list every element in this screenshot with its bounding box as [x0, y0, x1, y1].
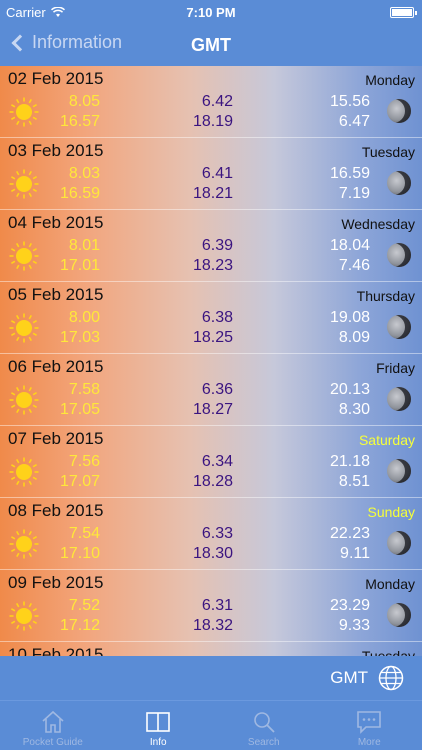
day-row[interactable]: 04 Feb 2015 Wednesday 8.01 17.01 6.39 18.23 18…	[0, 210, 422, 282]
day-row[interactable]: 02 Feb 2015 Monday 8.05 16.57 6.42 18.19 15.56…	[0, 66, 422, 138]
globe-icon	[378, 665, 404, 691]
book-icon	[146, 712, 171, 732]
timezone-bar: GMT	[0, 656, 422, 700]
row-date: 08 Feb 2015	[8, 501, 104, 520]
row-weekday: Friday	[376, 360, 415, 376]
row-weekday: Thursday	[356, 288, 415, 304]
moon-icon	[387, 531, 411, 555]
more-icon	[357, 711, 382, 734]
tab-bar: Pocket Guide Info Search More	[0, 700, 422, 750]
moon-icon	[387, 603, 411, 627]
status-time: 7:10 PM	[186, 4, 236, 20]
battery-icon	[390, 7, 417, 18]
row-date: 07 Feb 2015	[8, 429, 104, 448]
moonrise-time: 20.13	[329, 381, 370, 398]
daily-times-list[interactable]: 02 Feb 2015 Monday 8.05 16.57 6.42 18.19 15.56…	[0, 66, 422, 656]
row-date: 09 Feb 2015	[8, 573, 104, 592]
moon-icon	[387, 387, 411, 411]
moonset-time: 8.51	[338, 473, 370, 490]
row-date: 03 Feb 2015	[8, 141, 104, 160]
row-date: 10 Feb 2015	[8, 645, 104, 656]
moonrise-time: 19.08	[329, 309, 370, 326]
row-weekday: Tuesday	[361, 144, 415, 160]
moonrise-time: 23.29	[329, 597, 370, 614]
moonset-time: 7.19	[338, 185, 370, 202]
navigation-bar: Information GMT	[0, 24, 422, 66]
moon-icon	[387, 243, 411, 267]
day-row[interactable]: 03 Feb 2015 Tuesday 8.03 16.59 6.41 18.21 16.5…	[0, 138, 422, 210]
tab-label: Info	[149, 737, 167, 748]
row-weekday: Tuesday	[361, 648, 415, 656]
timezone-label: GMT	[330, 668, 368, 687]
moon-icon	[387, 459, 411, 483]
moonset-time: 6.47	[338, 113, 370, 130]
tab-search[interactable]: Search	[211, 701, 317, 750]
moonset-time: 8.09	[338, 329, 370, 346]
tab-pocket-guide[interactable]: Pocket Guide	[0, 701, 106, 750]
row-weekday: Wednesday	[341, 216, 415, 232]
home-icon	[42, 710, 64, 733]
row-weekday: Saturday	[358, 432, 415, 448]
day-row[interactable]: 08 Feb 2015 Sunday 7.54 17.10 6.33 18.30 22.23…	[0, 498, 422, 570]
page-title: GMT	[191, 34, 231, 55]
moon-icon	[387, 171, 411, 195]
row-date: 05 Feb 2015	[8, 285, 104, 304]
day-row[interactable]: 10 Feb 2015 Tuesday	[0, 642, 422, 656]
day-row[interactable]: 07 Feb 2015 Saturday 7.56 17.07 6.34 18.28 21.…	[0, 426, 422, 498]
moonrise-time: 18.04	[329, 237, 370, 254]
day-row[interactable]: 05 Feb 2015 Thursday 8.00 17.03 6.38 18.25 19.…	[0, 282, 422, 354]
moonrise-time: 15.56	[329, 93, 370, 110]
row-date: 04 Feb 2015	[8, 213, 104, 232]
tab-label: Pocket Guide	[22, 737, 83, 748]
row-date: 06 Feb 2015	[8, 357, 104, 376]
tab-info[interactable]: Info	[106, 701, 212, 750]
moonrise-time: 16.59	[329, 165, 370, 182]
moon-icon	[387, 315, 411, 339]
moonset-time: 9.11	[340, 545, 370, 562]
moonset-time: 9.33	[338, 617, 370, 634]
search-icon	[253, 712, 275, 733]
tab-label: More	[357, 737, 381, 748]
moonset-time: 7.46	[338, 257, 370, 274]
moonrise-time: 21.18	[329, 453, 370, 470]
row-date: 02 Feb 2015	[8, 69, 104, 88]
status-bar: Carrier 7:10 PM	[0, 0, 422, 24]
moonset-time: 8.30	[338, 401, 370, 418]
tab-label: Search	[247, 737, 280, 748]
day-row[interactable]: 09 Feb 2015 Monday 7.52 17.12 6.31 18.32 23.29…	[0, 570, 422, 642]
row-weekday: Sunday	[367, 504, 415, 520]
row-weekday: Monday	[365, 576, 415, 592]
tab-more[interactable]: More	[317, 701, 422, 750]
moonrise-time: 22.23	[329, 525, 370, 542]
row-weekday: Monday	[365, 72, 415, 88]
moon-icon	[387, 99, 411, 123]
day-row[interactable]: 06 Feb 2015 Friday 7.58 17.05 6.36 18.27 20.13…	[0, 354, 422, 426]
timezone-button[interactable]: GMT	[330, 665, 404, 691]
